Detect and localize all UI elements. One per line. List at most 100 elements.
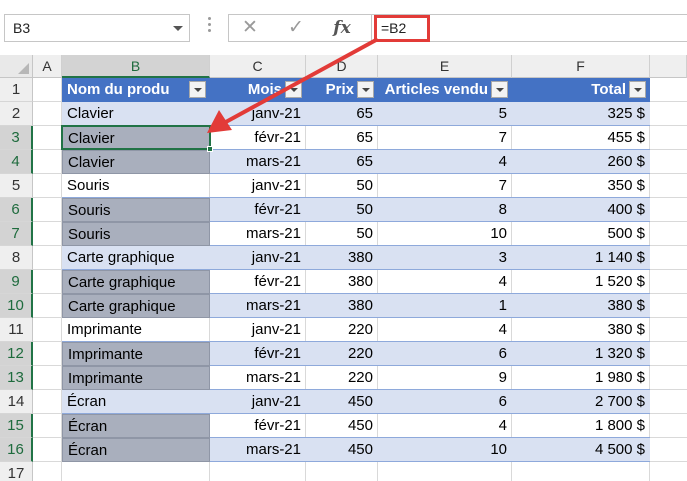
table-cell[interactable]: 2 700 $ <box>512 390 650 414</box>
table-cell[interactable]: 50 <box>306 222 378 246</box>
table-cell[interactable]: 220 <box>306 366 378 390</box>
table-cell[interactable]: janv-21 <box>210 102 306 126</box>
column-header-g[interactable] <box>650 55 687 78</box>
table-cell[interactable]: 450 <box>306 390 378 414</box>
table-cell[interactable]: 50 <box>306 198 378 222</box>
chevron-down-icon[interactable] <box>173 26 183 31</box>
row-header-15[interactable]: 15 <box>0 414 33 438</box>
table-cell[interactable]: 10 <box>378 222 512 246</box>
table-cell[interactable]: 65 <box>306 150 378 174</box>
table-cell[interactable]: Clavier <box>62 126 210 150</box>
table-cell[interactable]: 4 <box>378 270 512 294</box>
table-cell[interactable]: févr-21 <box>210 342 306 366</box>
table-cell[interactable]: 8 <box>378 198 512 222</box>
table-cell[interactable]: Souris <box>62 174 210 198</box>
header-cell[interactable]: Nom du produ <box>62 78 210 102</box>
table-cell[interactable]: 1 140 $ <box>512 246 650 270</box>
table-cell[interactable]: 65 <box>306 102 378 126</box>
table-cell[interactable]: mars-21 <box>210 438 306 462</box>
table-cell[interactable]: 6 <box>378 342 512 366</box>
name-box[interactable]: B3 <box>4 14 190 42</box>
table-cell[interactable]: févr-21 <box>210 126 306 150</box>
table-cell[interactable]: 220 <box>306 342 378 366</box>
row-header-14[interactable]: 14 <box>0 390 33 414</box>
table-cell[interactable]: 7 <box>378 126 512 150</box>
table-cell[interactable]: 4 <box>378 150 512 174</box>
table-cell[interactable]: 1 320 $ <box>512 342 650 366</box>
table-cell[interactable]: 4 <box>378 318 512 342</box>
table-cell[interactable]: Souris <box>62 198 210 222</box>
table-cell[interactable]: 260 $ <box>512 150 650 174</box>
table-cell[interactable]: 50 <box>306 174 378 198</box>
insert-function-icon[interactable]: fx <box>327 17 357 39</box>
table-cell[interactable]: Clavier <box>62 150 210 174</box>
table-cell[interactable]: 380 <box>306 246 378 270</box>
table-cell[interactable]: janv-21 <box>210 246 306 270</box>
row-header-13[interactable]: 13 <box>0 366 33 390</box>
table-cell[interactable]: 4 <box>378 414 512 438</box>
table-cell[interactable]: 380 $ <box>512 318 650 342</box>
table-cell[interactable]: 65 <box>306 126 378 150</box>
table-cell[interactable]: Écran <box>62 438 210 462</box>
filter-dropdown-icon[interactable] <box>491 81 508 98</box>
table-cell[interactable]: Écran <box>62 390 210 414</box>
table-cell[interactable]: 3 <box>378 246 512 270</box>
row-header-3[interactable]: 3 <box>0 126 33 150</box>
table-cell[interactable]: 1 800 $ <box>512 414 650 438</box>
table-cell[interactable]: 350 $ <box>512 174 650 198</box>
row-header-17[interactable]: 17 <box>0 462 33 481</box>
row-header-4[interactable]: 4 <box>0 150 33 174</box>
table-cell[interactable]: 325 $ <box>512 102 650 126</box>
table-cell[interactable]: mars-21 <box>210 150 306 174</box>
table-cell[interactable]: 4 500 $ <box>512 438 650 462</box>
table-cell[interactable]: Imprimante <box>62 366 210 390</box>
table-cell[interactable]: Carte graphique <box>62 294 210 318</box>
row-header-2[interactable]: 2 <box>0 102 33 126</box>
table-cell[interactable]: Écran <box>62 414 210 438</box>
table-cell[interactable]: 220 <box>306 318 378 342</box>
filter-dropdown-icon[interactable] <box>285 81 302 98</box>
table-cell[interactable]: 455 $ <box>512 126 650 150</box>
column-header-d[interactable]: D <box>306 55 378 78</box>
table-cell[interactable]: mars-21 <box>210 294 306 318</box>
table-cell[interactable]: Imprimante <box>62 342 210 366</box>
row-header-16[interactable]: 16 <box>0 438 33 462</box>
table-cell[interactable]: 450 <box>306 414 378 438</box>
row-header-10[interactable]: 10 <box>0 294 33 318</box>
column-header-a[interactable]: A <box>33 55 62 78</box>
spreadsheet-grid[interactable]: ABCDEF 1 2 3 4 5 6 7 8 9 10 11 12 13 14 15 16 17 Nom du … <box>0 55 687 481</box>
table-cell[interactable]: Souris <box>62 222 210 246</box>
table-cell[interactable]: Carte graphique <box>62 270 210 294</box>
table-cell[interactable]: 1 980 $ <box>512 366 650 390</box>
row-header-1[interactable]: 1 <box>0 78 33 102</box>
table-cell[interactable]: Carte graphique <box>62 246 210 270</box>
table-cell[interactable]: mars-21 <box>210 222 306 246</box>
enter-icon[interactable]: ✓ <box>281 17 311 39</box>
column-header-e[interactable]: E <box>378 55 512 78</box>
table-cell[interactable]: Clavier <box>62 102 210 126</box>
table-cell[interactable]: 500 $ <box>512 222 650 246</box>
column-header-f[interactable]: F <box>512 55 650 78</box>
table-cell[interactable]: 6 <box>378 390 512 414</box>
row-header-8[interactable]: 8 <box>0 246 33 270</box>
table-cell[interactable]: 380 <box>306 294 378 318</box>
table-cell[interactable]: 400 $ <box>512 198 650 222</box>
table-cell[interactable]: 9 <box>378 366 512 390</box>
table-cell[interactable]: 450 <box>306 438 378 462</box>
table-cell[interactable]: janv-21 <box>210 174 306 198</box>
table-cell[interactable]: 1 <box>378 294 512 318</box>
table-cell[interactable]: 1 520 $ <box>512 270 650 294</box>
table-cell[interactable]: 10 <box>378 438 512 462</box>
table-cell[interactable]: 7 <box>378 174 512 198</box>
row-header-11[interactable]: 11 <box>0 318 33 342</box>
row-header-9[interactable]: 9 <box>0 270 33 294</box>
column-header-b[interactable]: B <box>62 55 210 78</box>
table-cell[interactable]: mars-21 <box>210 366 306 390</box>
table-cell[interactable]: févr-21 <box>210 414 306 438</box>
table-cell[interactable]: Imprimante <box>62 318 210 342</box>
table-cell[interactable]: févr-21 <box>210 198 306 222</box>
filter-dropdown-icon[interactable] <box>357 81 374 98</box>
row-header-12[interactable]: 12 <box>0 342 33 366</box>
cancel-icon[interactable]: ✕ <box>235 17 265 39</box>
table-cell[interactable]: févr-21 <box>210 270 306 294</box>
